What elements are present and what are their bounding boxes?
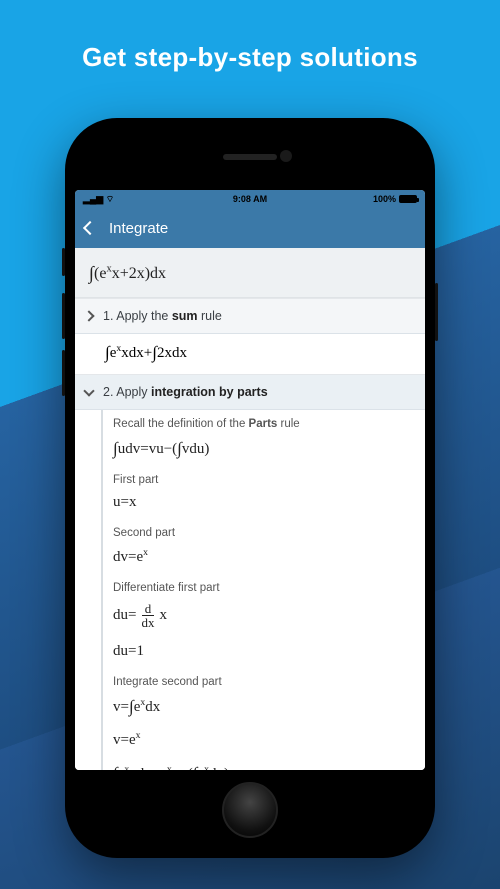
speaker-grille (223, 154, 277, 160)
step-2-math-dv: dv=ex (101, 541, 411, 574)
step-2-math-du1: du=1 (101, 637, 411, 668)
step-2-math-parts: ∫udv=vu−(∫vdu) (101, 432, 411, 466)
step-2-math-result: ∫exxdx=exx−(∫exdx) (101, 757, 411, 770)
step-2: 2. Apply integration by parts Recall the… (75, 374, 425, 770)
step-2-math-v: v=ex (101, 724, 411, 757)
battery-percent: 100% (373, 194, 396, 204)
status-signal: ▂▄▆ ⌔ (83, 194, 114, 205)
mute-switch (62, 248, 65, 276)
volume-down (62, 350, 65, 396)
step-1-result: ∫exxdx+∫2xdx (75, 334, 425, 374)
step-2-label-second: Second part (101, 519, 411, 541)
step-2-math-u: u=x (101, 488, 411, 519)
promo-background: Get step-by-step solutions ▂▄▆ ⌔ 9:08 AM… (0, 0, 500, 889)
back-icon[interactable] (83, 221, 97, 235)
status-battery: 100% (373, 194, 417, 204)
input-expression: ∫(exx+2x)dx (75, 248, 425, 298)
step-1: 1. Apply the sum rule ∫exxdx+∫2xdx (75, 298, 425, 374)
home-button[interactable] (222, 782, 278, 838)
step-2-label-diff: Differentiate first part (101, 574, 411, 596)
screen: ▂▄▆ ⌔ 9:08 AM 100% Integrate ∫(exx+2x)dx (75, 190, 425, 770)
front-camera (280, 150, 292, 162)
step-2-math-du-frac: du=ddxx (101, 596, 411, 637)
step-2-label-int: Integrate second part (101, 668, 411, 690)
step-2-label-parts: Recall the definition of the Parts rule (101, 410, 411, 432)
step-2-math-v-int: v=∫exdx (101, 690, 411, 724)
nav-bar: Integrate (75, 208, 425, 248)
phone-frame: ▂▄▆ ⌔ 9:08 AM 100% Integrate ∫(exx+2x)dx (65, 118, 435, 858)
nav-title: Integrate (109, 220, 168, 237)
volume-up (62, 293, 65, 339)
content-scroll[interactable]: ∫(exx+2x)dx 1. Apply the sum rule ∫e (75, 248, 425, 770)
step-2-header[interactable]: 2. Apply integration by parts (75, 375, 425, 410)
status-bar: ▂▄▆ ⌔ 9:08 AM 100% (75, 190, 425, 208)
step-1-title: 1. Apply the sum rule (103, 309, 222, 323)
chevron-down-icon (83, 385, 94, 396)
step-2-body: Recall the definition of the Parts rule … (75, 410, 425, 770)
chevron-right-icon (83, 310, 94, 321)
power-button (435, 283, 438, 341)
step-2-label-first: First part (101, 466, 411, 488)
step-1-header[interactable]: 1. Apply the sum rule (75, 299, 425, 334)
step-2-title: 2. Apply integration by parts (103, 385, 268, 399)
phone-bezel: ▂▄▆ ⌔ 9:08 AM 100% Integrate ∫(exx+2x)dx (75, 128, 425, 848)
promo-headline: Get step-by-step solutions (0, 0, 500, 73)
battery-icon (399, 195, 417, 203)
